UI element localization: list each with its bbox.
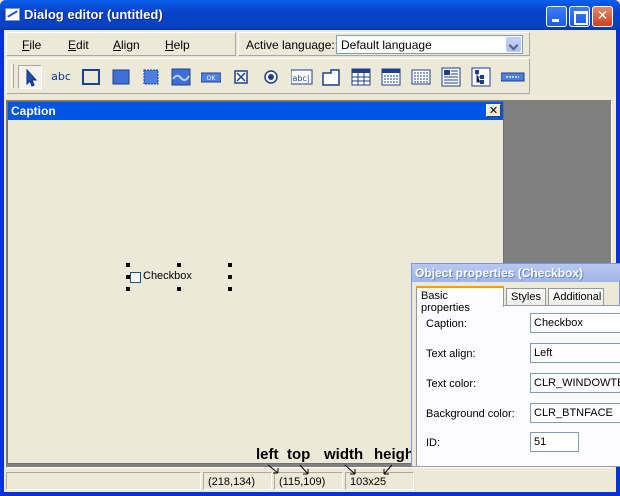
properties-page: Caption: Checkbox Text align: Left Text … (416, 305, 620, 467)
object-properties-window[interactable]: Object properties (Checkbox) Basic prope… (411, 263, 620, 467)
checkbox-icon[interactable] (229, 65, 253, 89)
design-checkbox[interactable] (130, 272, 141, 283)
picture-icon[interactable] (169, 65, 193, 89)
filled-rect-icon[interactable] (109, 65, 133, 89)
background-color-field[interactable]: CLR_BTNFACE (530, 403, 620, 423)
static-text-icon[interactable]: abc (49, 65, 73, 89)
language-value: Default language (341, 38, 432, 52)
resize-handle[interactable] (126, 287, 130, 291)
window-title: Dialog editor (untitled) (24, 7, 163, 22)
tab-basic-properties[interactable]: Basic properties (416, 286, 504, 314)
groupbox-icon[interactable] (79, 65, 103, 89)
design-checkbox-label[interactable]: Checkbox (143, 270, 192, 282)
resize-handle[interactable] (228, 287, 232, 291)
progress-icon[interactable] (499, 65, 525, 89)
properties-title-bar[interactable]: Object properties (Checkbox) (412, 264, 620, 282)
annotation-top: top (287, 446, 311, 463)
menu-bar: File Edit Align Help (6, 32, 236, 56)
chevron-down-icon[interactable] (506, 37, 521, 52)
close-button[interactable]: ✕ (592, 6, 613, 27)
properties-title: Object properties (Checkbox) (415, 266, 584, 280)
status-object-position: (115,109) (274, 472, 343, 490)
toolbar-grip[interactable] (11, 64, 14, 88)
button-icon[interactable]: OK (199, 65, 223, 89)
frame-icon[interactable] (139, 65, 163, 89)
language-select[interactable]: Default language (336, 35, 523, 54)
status-cursor-position: (218,134) (203, 472, 272, 490)
svg-text:OK: OK (207, 75, 217, 82)
textarea-icon[interactable] (439, 65, 463, 89)
resize-handle[interactable] (177, 263, 181, 267)
resize-handle[interactable] (126, 263, 130, 267)
maximize-button[interactable] (569, 6, 590, 27)
status-bar: (218,134) (115,109) 103x25 (4, 470, 616, 492)
close-icon[interactable]: ✕ (486, 104, 501, 117)
text-align-field[interactable]: Left (530, 343, 620, 363)
id-field[interactable]: 51 (530, 432, 579, 452)
text-color-field[interactable]: CLR_WINDOWTEXT (530, 373, 620, 393)
caption-label: Caption: (426, 318, 467, 330)
resize-handle[interactable] (126, 275, 130, 279)
menu-align[interactable]: Align (113, 38, 140, 52)
caption-field[interactable]: Checkbox (530, 313, 620, 333)
menu-help[interactable]: Help (165, 38, 190, 52)
design-dialog-titlebar[interactable]: Caption ✕ (8, 102, 503, 120)
tabs-icon[interactable] (319, 65, 343, 89)
text-align-label: Text align: (426, 348, 476, 360)
listbox-icon[interactable] (409, 65, 433, 89)
active-language-label: Active language: (246, 38, 335, 52)
language-bar: Active language: Default language (238, 32, 530, 56)
tab-additional[interactable]: Additional (548, 288, 604, 306)
annotation-left: left (256, 446, 279, 463)
resize-handle[interactable] (228, 275, 232, 279)
tab-styles[interactable]: Styles (506, 288, 546, 306)
listview-icon[interactable] (379, 65, 403, 89)
menu-edit[interactable]: Edit (68, 38, 89, 52)
status-object-size: 103x25 (345, 472, 414, 490)
text-color-label: Text color: (426, 378, 477, 390)
resize-handle[interactable] (228, 263, 232, 267)
status-message (6, 472, 201, 490)
control-toolbar: abc OK abc| (6, 58, 530, 94)
id-label: ID: (426, 437, 441, 449)
edit-icon[interactable]: abc| (289, 65, 313, 89)
title-bar[interactable]: Dialog editor (untitled) ✕ (0, 0, 620, 30)
radio-icon[interactable] (259, 65, 283, 89)
svg-text:abc|: abc| (292, 74, 309, 83)
annotation-width: width (324, 446, 364, 463)
menu-file[interactable]: File (22, 38, 41, 52)
tree-icon[interactable] (469, 65, 493, 89)
pointer-icon[interactable] (18, 65, 42, 89)
design-dialog-caption: Caption (11, 104, 56, 118)
grid-icon[interactable] (349, 65, 373, 89)
background-color-label: Background color: (426, 408, 515, 420)
minimize-button[interactable] (546, 6, 567, 27)
resize-handle[interactable] (177, 287, 181, 291)
app-icon[interactable] (5, 8, 20, 21)
